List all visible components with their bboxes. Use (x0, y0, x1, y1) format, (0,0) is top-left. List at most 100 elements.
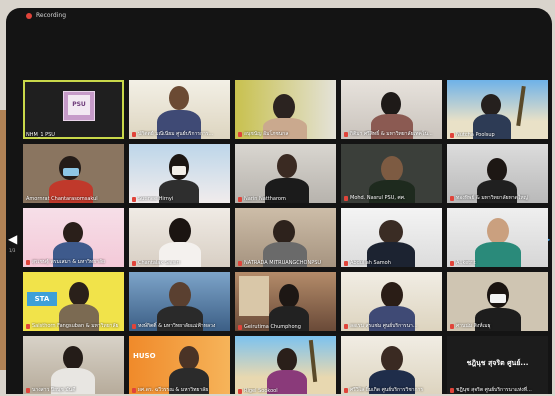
video-tile[interactable]: Nutcha Poolsup (447, 80, 548, 139)
mic-muted-icon (132, 260, 136, 266)
participant-name: ผศ.ดร. ฉวีวรรณ & มหาวิทยาลัย (138, 387, 209, 393)
mic-muted-icon (450, 323, 454, 329)
person-head (169, 218, 191, 244)
participant-name: Mohd. Nasrul PSU, ศศ. (350, 195, 406, 201)
participant-name: หงษ์กิตติ์ & มหาวิทยาลัยแม่ฟ้าหลวง (138, 323, 216, 329)
mic-muted-icon (344, 260, 348, 266)
video-tile[interactable]: Mohd. Nasrul PSU, ศศ. (341, 144, 442, 203)
participant-name: Rigel Sookool (244, 388, 278, 394)
video-tile[interactable]: HUSO ผศ.ดร. ฉวีวรรณ & มหาวิทยาลัย (129, 336, 230, 394)
face-mask (490, 294, 506, 303)
person-head (481, 94, 501, 116)
mic-muted-icon (132, 196, 136, 202)
person-head (487, 158, 507, 182)
participant-name: Chantalak Saisiri (138, 260, 180, 266)
video-tile[interactable]: หงษ์กิตติ์ & มหาวิทยาลัยแม่ฟ้าหลวง (129, 272, 230, 331)
person-head (69, 282, 89, 306)
video-tile[interactable]: Geirutima Chumphong (235, 272, 336, 331)
mic-muted-icon (132, 323, 136, 329)
person-head (381, 282, 403, 308)
video-tile[interactable]: Rigel Sookool (235, 336, 336, 394)
participant-name: NATRADA MITRUANGCHONPSU (244, 260, 322, 266)
video-tile[interactable]: นางสาว ปิยนุช มั่นดี (23, 336, 124, 394)
video-tile[interactable]: กิติมา ศรีสิทธิ์ & มหาวิทยาลัยเทคโน... (341, 80, 442, 139)
participant-name: ทองทิพย์ & มหาวิทยาลัยหาดใหญ่ (456, 195, 528, 201)
person-head (63, 346, 83, 370)
person-head (381, 156, 403, 182)
participant-name: กิติมา ศรีสิทธิ์ & มหาวิทยาลัยเทคโน... (350, 131, 433, 137)
person-head (277, 154, 297, 178)
video-tile[interactable]: ปกิตตย์ มณีเนียม ศูนย์บริการการ... (129, 80, 230, 139)
video-tile[interactable]: STA Saisthorn Fangsuban & มหาวิทยาลัย (23, 272, 124, 331)
mic-muted-icon (26, 387, 30, 393)
participant-display-name: ชฎินุช สุจริต ศูนย์... (466, 359, 529, 367)
video-tile[interactable]: Sutinee Hirnyi (129, 144, 230, 203)
bookshelf (239, 276, 269, 316)
video-tile[interactable]: อนุชนัญ อัมโภชนกล (235, 80, 336, 139)
gallery-grid: PSU NHM_1 PSU ปกิตตย์ มณีเนียม ศูนย์บริก… (23, 80, 549, 394)
video-tile[interactable]: ศรีวิไล ยิ้มเกิด ศูนย์บริการวิชาการ (341, 336, 442, 394)
mic-muted-icon (238, 388, 242, 394)
psu-logo: PSU (63, 91, 95, 121)
mic-muted-icon (344, 323, 348, 329)
participant-name: ปกิตตย์ มณีเนียม ศูนย์บริการการ... (138, 131, 214, 137)
person-head (273, 94, 295, 120)
mic-muted-icon (238, 131, 242, 137)
person-head (379, 220, 403, 244)
person-head (381, 92, 401, 116)
mic-muted-icon (450, 387, 454, 393)
prev-page-number: 1/3 (9, 248, 16, 253)
person-head (63, 222, 83, 244)
video-tile[interactable]: สุรเชษฐ์ พรมเสมา & มหาวิทยาลัย (23, 208, 124, 267)
recording-indicator: Recording (26, 12, 66, 19)
palm-tree (516, 85, 526, 127)
mic-muted-icon (238, 196, 242, 202)
face-mask (172, 166, 186, 175)
mic-muted-icon (450, 132, 454, 138)
participant-name: Sutinee Hirnyi (138, 196, 174, 202)
recording-dot-icon (26, 12, 32, 19)
video-tile[interactable]: ชฎินุช สุจริต ศูนย์... ชฎินุช สุจริต ศูน… (447, 336, 548, 394)
participant-name: Abdullah Samoh (350, 260, 391, 266)
video-tile[interactable]: Narin Nattharom (235, 144, 336, 203)
video-tile[interactable]: A..ketrit (447, 208, 548, 267)
person-head (487, 218, 509, 244)
meeting-window: Recording ◀ 1/3 ▶ 1/3 PSU NHM_1 PSU ปกิต… (6, 8, 552, 394)
video-tile[interactable]: PSU NHM_1 PSU (23, 80, 124, 139)
person-head (169, 86, 189, 110)
video-tile[interactable]: Abdullah Samoh (341, 208, 442, 267)
prev-page-arrow-icon[interactable]: ◀ (8, 232, 17, 246)
person-head (277, 348, 297, 372)
participant-name: Nutcha Poolsup (456, 132, 495, 138)
participant-name: NHM_1 PSU (26, 132, 55, 138)
video-tile[interactable]: Amornrat Chantarasomsakul (23, 144, 124, 203)
participant-name: Amornrat Chantarasomsakul (26, 196, 98, 202)
video-tile[interactable]: NATRADA MITRUANGCHONPSU (235, 208, 336, 267)
mic-muted-icon (344, 195, 348, 201)
huso-banner-graphic: HUSO (133, 352, 156, 360)
participant-name: สุรเชษฐ์ พรมเสมา & มหาวิทยาลัย (32, 259, 105, 265)
person-head (279, 284, 299, 308)
person-head (169, 282, 191, 308)
mic-muted-icon (238, 260, 242, 266)
palm-tree (308, 339, 318, 383)
participant-name: นางสาว ปิยนุช มั่นดี (32, 387, 76, 393)
participant-name: อนุชนัญ อัมโภชนกล (244, 131, 289, 137)
video-tile[interactable]: ทองทิพย์ & มหาวิทยาลัยหาดใหญ่ (447, 144, 548, 203)
face-mask (63, 168, 79, 176)
mic-muted-icon (132, 387, 136, 393)
star-banner-graphic: STA (27, 292, 57, 306)
mic-muted-icon (132, 131, 136, 137)
video-tile[interactable]: ศานน่ม สิงห์เมธุ (447, 272, 548, 331)
mic-muted-icon (26, 323, 30, 329)
person-head (273, 220, 295, 244)
participant-name: Geirutima Chumphong (244, 324, 301, 330)
recording-label: Recording (36, 12, 67, 19)
participant-name: ศานน่ม สิงห์เมธุ (456, 323, 491, 329)
participant-name: ชฎินุช สุจริต ศูนย์บริการนาแห่งที่... (456, 387, 532, 393)
mic-muted-icon (344, 131, 348, 137)
mic-muted-icon (238, 324, 242, 330)
mic-muted-icon (26, 259, 30, 265)
video-tile[interactable]: ลอเรน สุรแช่ม ศูนย์บริการนา... (341, 272, 442, 331)
video-tile[interactable]: Chantalak Saisiri (129, 208, 230, 267)
